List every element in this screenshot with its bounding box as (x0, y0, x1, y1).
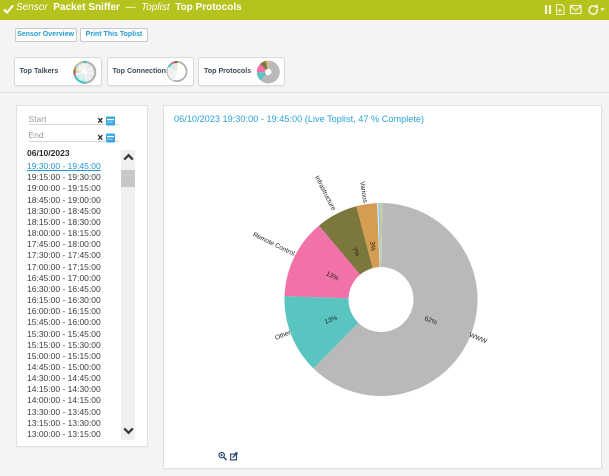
svg-text:WWW: WWW (468, 332, 488, 346)
svg-text:Remote Control: Remote Control (252, 231, 296, 257)
svg-text:Infrastructure: Infrastructure (313, 175, 337, 213)
svg-text:Various: Various (358, 181, 368, 204)
svg-text:3%: 3% (368, 241, 376, 252)
svg-text:Other: Other (274, 329, 292, 342)
